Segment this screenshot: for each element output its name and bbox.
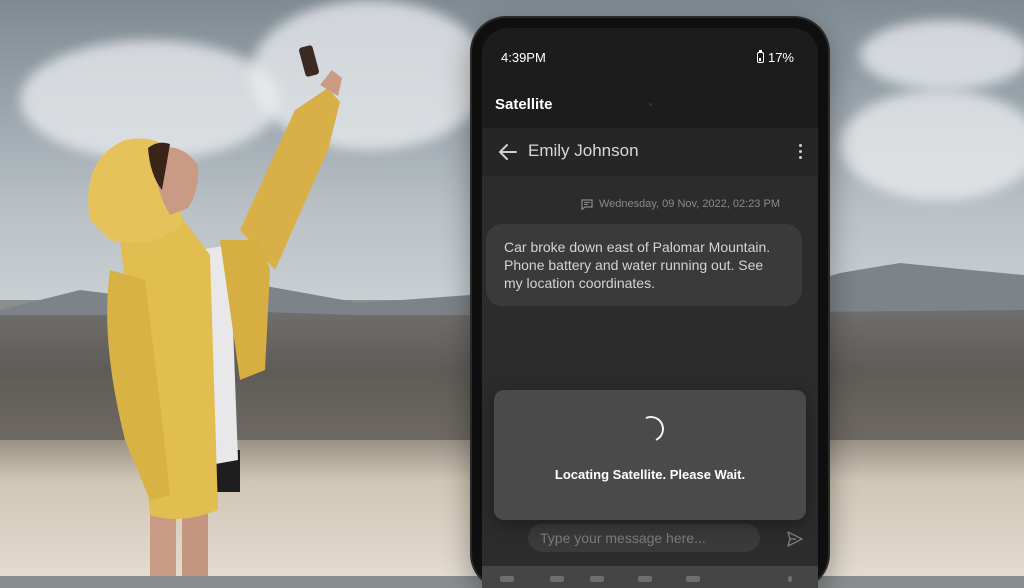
kebab-menu-icon[interactable] bbox=[796, 141, 804, 163]
toolbar-item[interactable] bbox=[550, 576, 564, 582]
chat-header: Emily Johnson bbox=[482, 128, 818, 176]
dialog-message: Locating Satellite. Please Wait. bbox=[554, 467, 746, 482]
locating-satellite-dialog: Locating Satellite. Please Wait. bbox=[494, 390, 806, 520]
status-time: 4:39PM bbox=[501, 50, 546, 65]
front-camera bbox=[649, 103, 652, 106]
toolbar-item[interactable] bbox=[638, 576, 652, 582]
message-icon bbox=[581, 198, 593, 210]
message-timestamp: Wednesday, 09 Nov, 2022, 02:23 PM bbox=[581, 198, 780, 210]
toolbar-item[interactable] bbox=[500, 576, 514, 582]
message-input[interactable] bbox=[528, 524, 760, 552]
app-title: Satellite bbox=[495, 96, 553, 113]
status-battery: 17% bbox=[756, 50, 794, 65]
cloud bbox=[840, 90, 1024, 200]
toolbar-item[interactable] bbox=[590, 576, 604, 582]
contact-name: Emily Johnson bbox=[528, 141, 639, 160]
battery-level: 17% bbox=[767, 50, 794, 65]
timestamp-text: Wednesday, 09 Nov, 2022, 02:23 PM bbox=[598, 198, 780, 210]
woman-holding-phone bbox=[88, 45, 342, 576]
back-arrow-icon[interactable] bbox=[496, 140, 520, 164]
message-bubble: Car broke down east of Palomar Mountain.… bbox=[486, 224, 802, 306]
message-composer bbox=[482, 518, 818, 588]
spinner-icon bbox=[634, 412, 668, 446]
app-title-bar: Satellite bbox=[482, 86, 818, 126]
toolbar-item[interactable] bbox=[788, 576, 792, 582]
battery-icon bbox=[756, 50, 764, 63]
status-bar: 4:39PM 17% bbox=[482, 28, 818, 72]
cloud bbox=[860, 20, 1024, 90]
bottom-toolbar bbox=[482, 566, 818, 588]
conversation-area[interactable]: Wednesday, 09 Nov, 2022, 02:23 PM Car br… bbox=[482, 176, 818, 588]
toolbar-item[interactable] bbox=[686, 576, 700, 582]
send-icon[interactable] bbox=[786, 530, 804, 548]
